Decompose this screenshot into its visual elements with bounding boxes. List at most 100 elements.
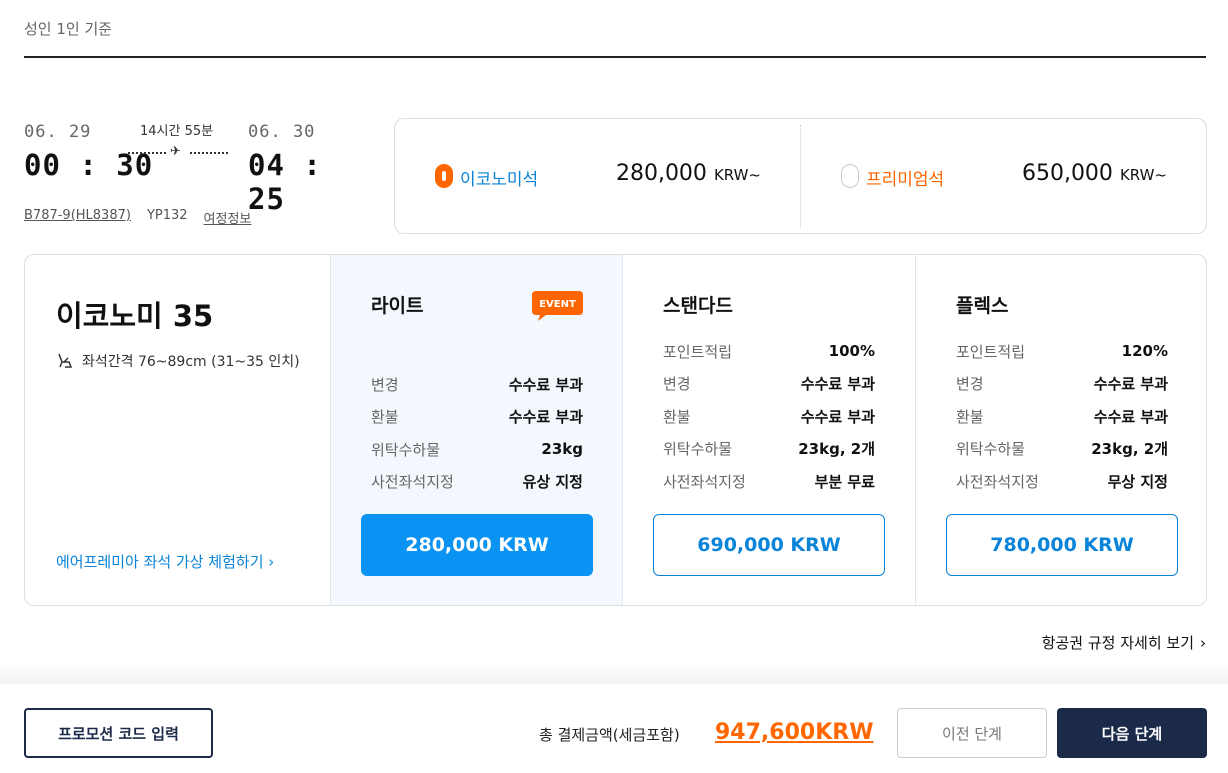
fare-benefits: 포인트적립 100% 변경 수수료 부과 환불 수수료 부과 위탁수하물 23kg, 2… [663,335,875,498]
fare-column-light: 라이트 EVENT 변경 수수료 부과 환불 수수료 부과 위탁수하물 23kg 사전… [330,255,623,605]
arrival-time: 04 : 25 [248,148,322,216]
benefit-row: 사전좌석지정 유상 지정 [371,466,583,499]
bottom-bar-shadow [0,662,1228,684]
benefit-row: 환불 수수료 부과 [663,400,875,433]
flight-meta: B787-9(HL8387) YP132 여정정보 [24,208,251,227]
cabin-name: 이코노미석 [460,170,539,190]
benefit-label: 포인트적립 [956,342,1026,361]
cabin-price: 650,000 KRW~ [1022,161,1167,186]
cabin-price-amount: 280,000 [615,161,707,186]
cabin-option-economy[interactable]: 이코노미석 280,000 KRW~ [395,119,801,233]
next-step-button[interactable]: 다음 단계 [1057,708,1207,758]
flight-summary: 06. 29 00 : 30 14시간 55분 ✈ 06. 30 04 : 25… [24,118,364,234]
benefit-value: 수수료 부과 [800,375,875,394]
chevron-right-icon: › [268,553,275,571]
benefit-label: 포인트적립 [663,342,733,361]
fare-column-standard: 스탠다드 포인트적립 100% 변경 수수료 부과 환불 수수료 부과 위탁수하물 23… [622,255,915,605]
radio-selected-icon[interactable] [435,164,453,188]
flight-duration: 14시간 55분 [140,124,214,139]
fare-price-button-standard[interactable]: 690,000 KRW [653,514,885,576]
cabin-price-currency: KRW~ [1119,166,1167,184]
vr-seat-experience-label: 에어프레미아 좌석 가상 체험하기 [56,553,264,571]
benefit-row: 위탁수하물 23kg [371,433,583,466]
benefit-row: 변경 수수료 부과 [663,368,875,401]
cabin-price-amount: 650,000 [1021,161,1113,186]
fare-rules-link[interactable]: 항공권 규정 자세히 보기 › [1042,632,1206,653]
total-amount-label: 총 결제금액(세금포함) [539,726,680,744]
cabin-price-currency: KRW~ [713,166,761,184]
benefit-value: 23kg [541,440,583,459]
arrival-date: 06. 30 [248,122,316,142]
fare-benefits: 포인트적립 120% 변경 수수료 부과 환불 수수료 부과 위탁수하물 23kg, 2… [956,335,1168,498]
route-dots-right [190,152,228,154]
fare-benefits: 변경 수수료 부과 환불 수수료 부과 위탁수하물 23kg 사전좌석지정 유상 지정 [371,368,583,498]
seat-pitch-info: 좌석간격 76~89cm (31~35 인치) [56,351,300,371]
benefit-row: 변경 수수료 부과 [371,368,583,401]
benefit-value: 유상 지정 [522,473,583,492]
route-dots-left [128,152,166,154]
benefit-row: 포인트적립 120% [956,335,1168,368]
cabin-option-premium[interactable]: 프리미엄석 650,000 KRW~ [801,119,1207,233]
benefit-label: 사전좌석지정 [663,472,746,491]
benefit-row: 포인트적립 100% [663,335,875,368]
chevron-right-icon: › [1200,633,1206,652]
itinerary-link[interactable]: 여정정보 [204,208,252,227]
radio-unselected-icon[interactable] [841,164,859,188]
fare-rules-label: 항공권 규정 자세히 보기 [1041,634,1194,652]
fare-intro: 이코노미 35 좌석간격 76~89cm (31~35 인치) 에어프레미아 좌… [25,255,330,605]
benefit-row: 변경 수수료 부과 [956,368,1168,401]
departure-date: 06. 29 [24,122,92,142]
benefit-label: 환불 [956,407,984,426]
cabin-selector: 이코노미석 280,000 KRW~ 프리미엄석 650,000 KRW~ [394,118,1207,234]
benefit-label: 변경 [371,375,399,394]
aircraft-link[interactable]: B787-9(HL8387) [24,208,131,227]
header-divider [24,56,1206,58]
benefit-value: 수수료 부과 [1093,407,1168,426]
benefit-label: 환불 [371,408,399,427]
benefit-row: 사전좌석지정 부분 무료 [663,465,875,498]
fare-name: 플렉스 [956,295,1009,317]
fare-price-button-light[interactable]: 280,000 KRW [361,514,593,576]
fare-name: 스탠다드 [663,295,733,317]
benefit-value: 수수료 부과 [800,407,875,426]
benefit-row: 사전좌석지정 무상 지정 [956,465,1168,498]
benefit-value: 120% [1121,342,1168,361]
vr-seat-experience-link[interactable]: 에어프레미아 좌석 가상 체험하기 › [56,551,274,572]
seat-pitch-text: 좌석간격 76~89cm (31~35 인치) [82,354,300,370]
promo-code-button[interactable]: 프로모션 코드 입력 [24,708,213,758]
route-line: ✈ [128,144,228,160]
benefit-row: 위탁수하물 23kg, 2개 [663,433,875,466]
event-badge-text: EVENT [539,299,576,310]
benefit-value: 23kg, 2개 [1091,440,1168,459]
airplane-icon: ✈ [170,144,181,159]
previous-step-button[interactable]: 이전 단계 [897,708,1047,758]
benefit-row: 환불 수수료 부과 [956,400,1168,433]
fare-table: 이코노미 35 좌석간격 76~89cm (31~35 인치) 에어프레미아 좌… [24,254,1207,606]
benefit-value: 무상 지정 [1107,472,1168,491]
benefit-value: 100% [828,342,875,361]
benefit-row: 환불 수수료 부과 [371,401,583,434]
benefit-label: 위탁수하물 [956,440,1026,459]
benefit-label: 환불 [663,407,691,426]
benefit-label: 변경 [663,375,691,394]
benefit-value: 수수료 부과 [1093,375,1168,394]
event-badge-icon: EVENT [532,291,583,321]
benefit-row: 위탁수하물 23kg, 2개 [956,433,1168,466]
seat-icon [58,353,73,368]
basis-label: 성인 1인 기준 [24,20,113,38]
cabin-price: 280,000 KRW~ [616,161,761,186]
total-amount-value[interactable]: 947,600KRW [715,720,873,745]
benefit-label: 변경 [956,375,984,394]
fare-family-title: 이코노미 35 [56,299,214,333]
benefit-label: 사전좌석지정 [371,473,454,492]
benefit-label: 위탁수하물 [663,440,733,459]
benefit-label: 사전좌석지정 [956,472,1039,491]
benefit-value: 수수료 부과 [508,408,583,427]
flight-number: YP132 [146,208,188,223]
cabin-name: 프리미엄석 [866,170,945,190]
benefit-value: 수수료 부과 [508,375,583,394]
fare-name: 라이트 [371,295,424,317]
benefit-value: 23kg, 2개 [798,440,875,459]
benefit-label: 위탁수하물 [371,440,441,459]
fare-price-button-flex[interactable]: 780,000 KRW [946,514,1178,576]
